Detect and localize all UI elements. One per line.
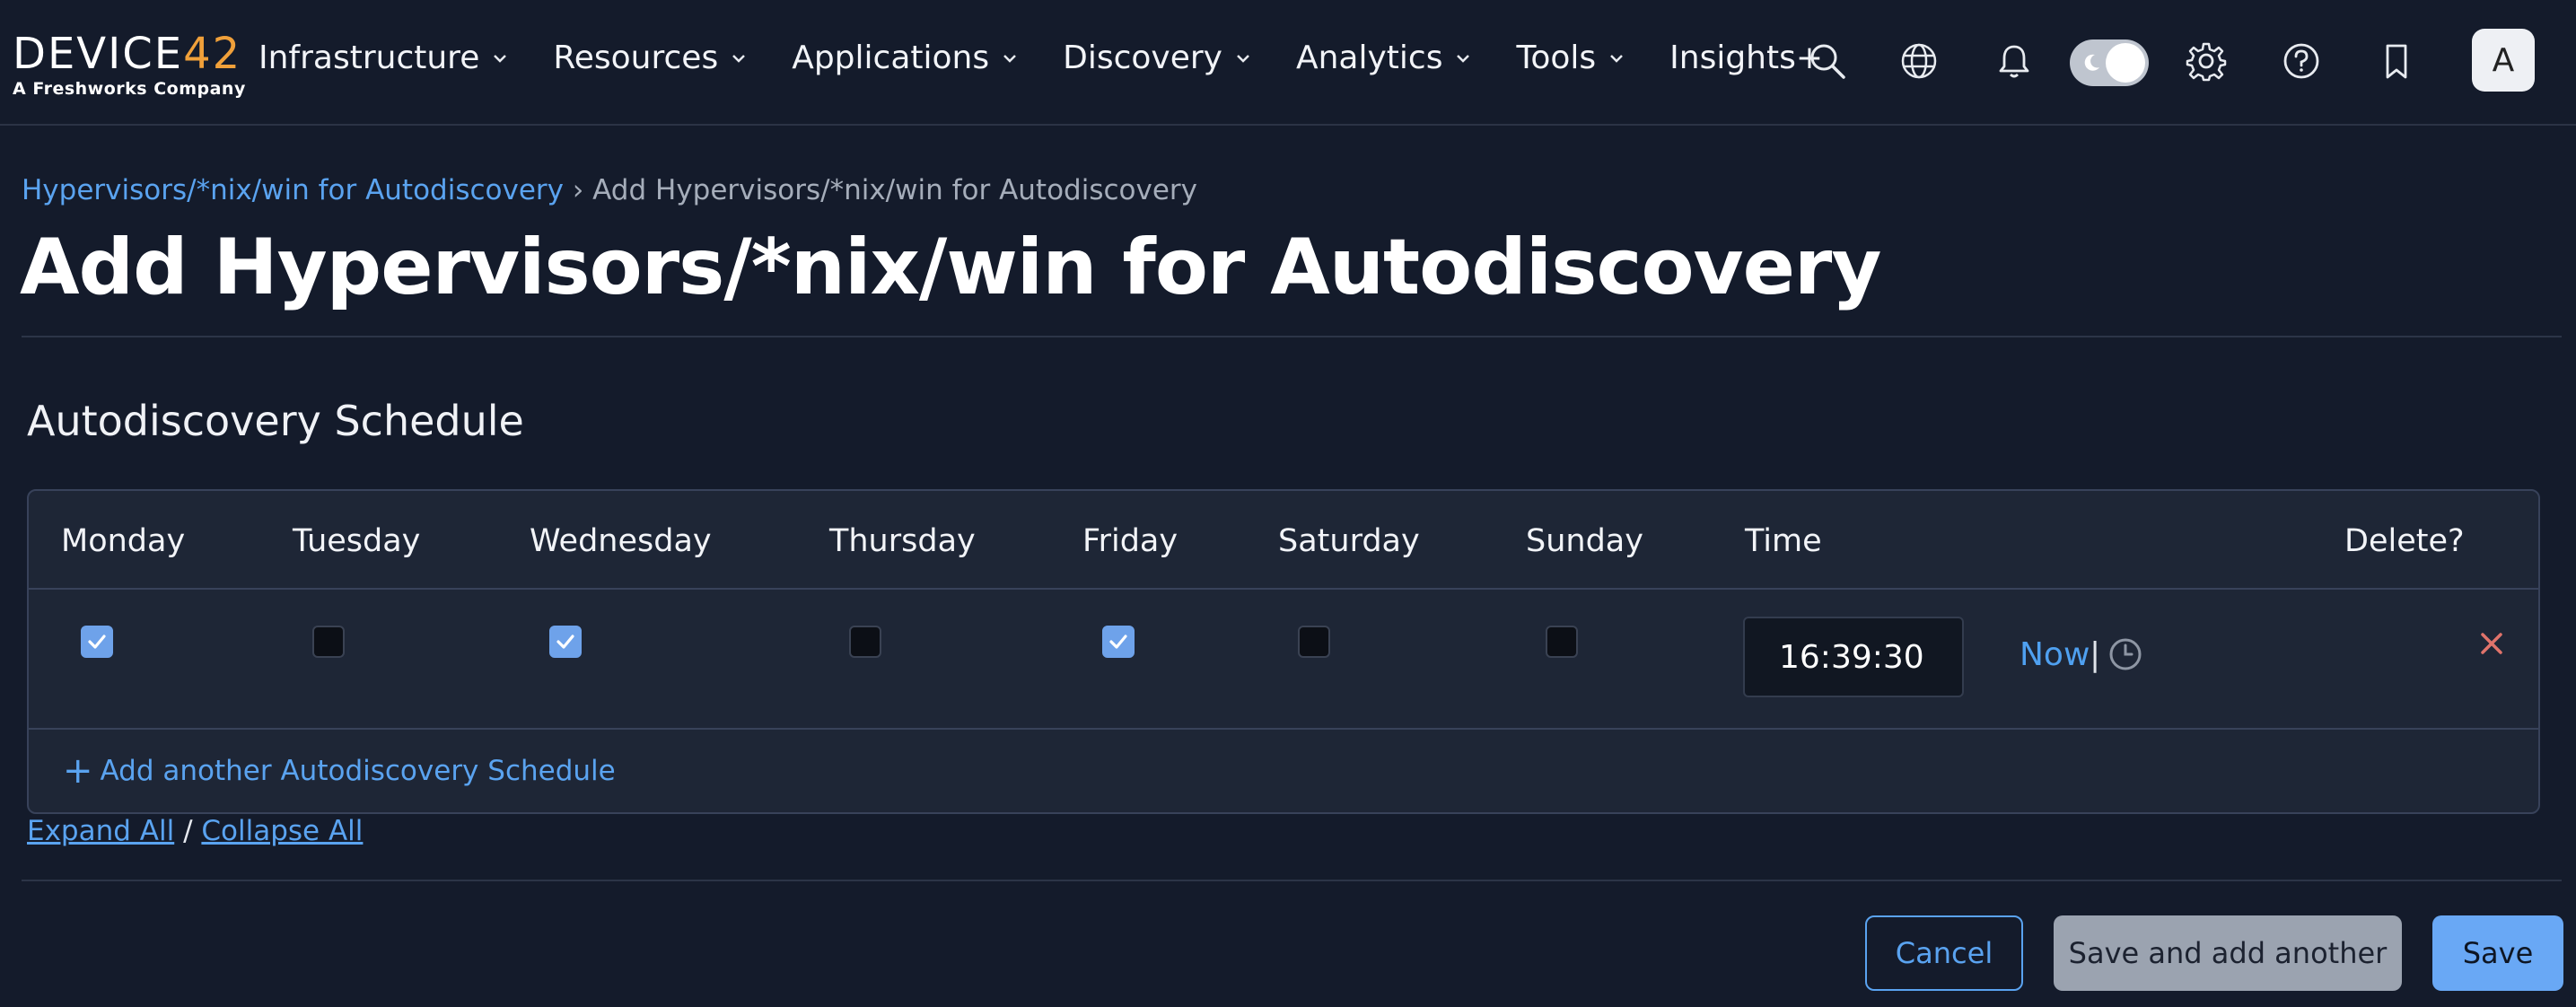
nav-item-label: Insights+: [1669, 39, 1824, 76]
nav-item-label: Discovery: [1063, 39, 1222, 76]
bell-icon[interactable]: [1989, 36, 2039, 86]
theme-toggle[interactable]: [2070, 39, 2149, 86]
breadcrumb-current: Add Hypervisors/*nix/win for Autodiscove…: [592, 174, 1198, 206]
thursday-checkbox[interactable]: [849, 626, 881, 658]
logo-number: 42: [183, 29, 242, 79]
gear-icon[interactable]: [2181, 36, 2231, 86]
nav-item-analytics[interactable]: Analytics: [1296, 39, 1473, 76]
cancel-button[interactable]: Cancel: [1865, 915, 2023, 991]
table-row: Now |: [29, 590, 2538, 730]
nav-item-label: Infrastructure: [258, 39, 480, 76]
collapse-all-link[interactable]: Collapse All: [201, 815, 363, 847]
top-navigation-bar: DEVICE42 A Freshworks Company Infrastruc…: [0, 0, 2576, 126]
moon-icon: [2084, 54, 2099, 71]
time-input[interactable]: [1743, 617, 1964, 697]
nav-item-label: Tools: [1516, 39, 1597, 76]
save-and-add-another-button[interactable]: Save and add another: [2054, 915, 2402, 991]
divider: [22, 336, 2562, 337]
checkmark-icon: [1109, 635, 1127, 649]
save-button[interactable]: Save: [2432, 915, 2563, 991]
chevron-down-icon: [494, 54, 507, 63]
search-icon[interactable]: [1802, 36, 1853, 86]
checkmark-icon: [88, 635, 106, 649]
breadcrumb-separator: ›: [572, 174, 584, 206]
nav-item-label: Analytics: [1295, 39, 1443, 76]
nav-item-resources[interactable]: Resources: [553, 39, 749, 76]
clock-icon[interactable]: [2107, 636, 2143, 672]
device42-logo[interactable]: DEVICE42 A Freshworks Company: [13, 31, 246, 99]
section-title: Autodiscovery Schedule: [27, 397, 524, 445]
column-header-saturday: Saturday: [1278, 523, 1420, 559]
column-header-delete: Delete?: [2344, 523, 2465, 559]
bookmark-icon[interactable]: [2371, 36, 2422, 86]
plus-icon: +: [63, 750, 93, 792]
column-header-tuesday: Tuesday: [293, 523, 421, 559]
column-header-friday: Friday: [1082, 523, 1178, 559]
checkmark-icon: [556, 635, 574, 649]
nav-item-infrastructure[interactable]: Infrastructure: [258, 39, 510, 76]
chevron-down-icon: [1003, 54, 1016, 63]
table-header-row: Monday Tuesday Wednesday Thursday Friday…: [29, 491, 2538, 590]
breadcrumb-parent-link[interactable]: Hypervisors/*nix/win for Autodiscovery: [22, 174, 564, 206]
breadcrumb: Hypervisors/*nix/win for Autodiscovery ›…: [22, 174, 1197, 206]
user-avatar[interactable]: A: [2472, 29, 2535, 92]
nav-item-applications[interactable]: Applications: [792, 39, 1020, 76]
divider: [22, 880, 2562, 881]
expand-collapse-controls: Expand All / Collapse All: [27, 815, 363, 847]
now-link[interactable]: Now: [2020, 636, 2090, 673]
page-title: Add Hypervisors/*nix/win for Autodiscove…: [20, 223, 1881, 312]
chevron-down-icon: [1610, 54, 1624, 63]
column-header-monday: Monday: [61, 523, 186, 559]
expand-all-link[interactable]: Expand All: [27, 815, 174, 847]
nav-item-label: Applications: [792, 39, 990, 76]
expand-divider: /: [183, 815, 193, 847]
autodiscovery-schedule-table: Monday Tuesday Wednesday Thursday Friday…: [27, 489, 2540, 814]
nav-item-label: Resources: [553, 39, 719, 76]
chevron-down-icon: [1237, 54, 1249, 63]
sunday-checkbox[interactable]: [1546, 626, 1578, 658]
add-schedule-label: Add another Autodiscovery Schedule: [100, 755, 616, 787]
nav-item-tools[interactable]: Tools: [1516, 39, 1626, 76]
main-menu: Infrastructure Resources Applications Di…: [258, 39, 1866, 76]
wednesday-checkbox[interactable]: [549, 626, 582, 658]
add-schedule-link[interactable]: + Add another Autodiscovery Schedule: [63, 750, 616, 792]
chevron-down-icon: [732, 54, 746, 63]
nav-item-insights[interactable]: Insights+: [1669, 39, 1823, 76]
toggle-knob: [2106, 43, 2145, 83]
globe-icon[interactable]: [1894, 36, 1944, 86]
time-separator: |: [2090, 636, 2101, 673]
column-header-thursday: Thursday: [829, 523, 976, 559]
chevron-down-icon: [1457, 54, 1470, 63]
column-header-sunday: Sunday: [1526, 523, 1643, 559]
column-header-wednesday: Wednesday: [530, 523, 712, 559]
saturday-checkbox[interactable]: [1298, 626, 1330, 658]
help-icon[interactable]: [2276, 36, 2326, 86]
delete-row-icon[interactable]: [2474, 626, 2510, 661]
friday-checkbox[interactable]: [1102, 626, 1135, 658]
tuesday-checkbox[interactable]: [312, 626, 345, 658]
logo-tagline: A Freshworks Company: [13, 79, 246, 99]
column-header-time: Time: [1745, 523, 1822, 559]
monday-checkbox[interactable]: [81, 626, 113, 658]
nav-item-discovery[interactable]: Discovery: [1063, 39, 1253, 76]
logo-wordmark: DEVICE: [13, 29, 184, 79]
